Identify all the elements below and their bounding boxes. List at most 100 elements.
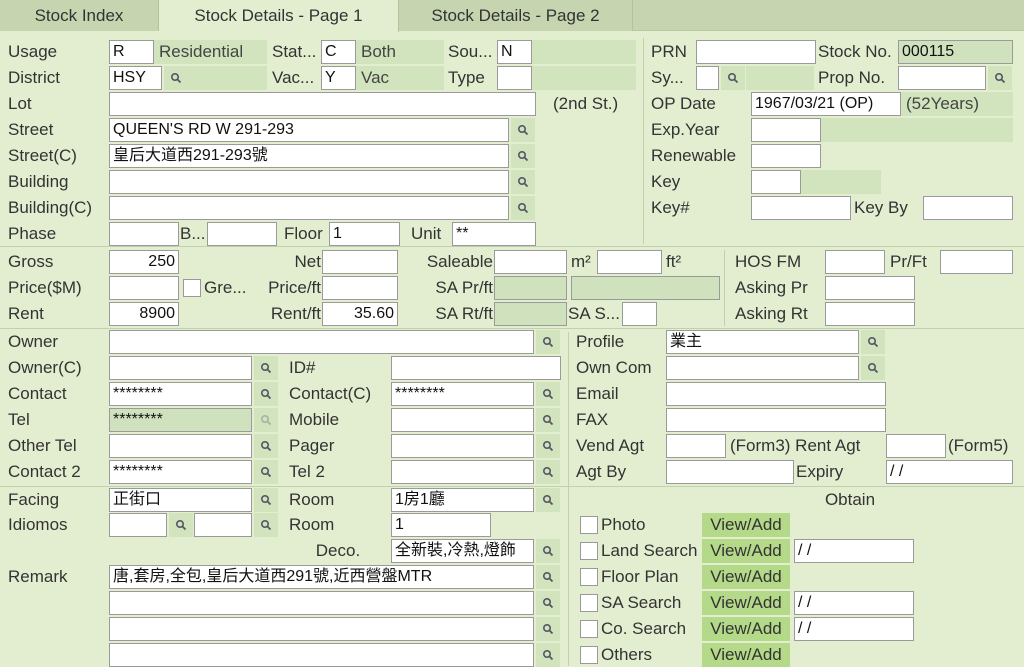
m2-input[interactable] bbox=[597, 250, 662, 274]
own-com-search-button[interactable] bbox=[861, 356, 885, 380]
sy-input[interactable] bbox=[696, 66, 719, 90]
sa-rtft-input[interactable] bbox=[494, 302, 567, 326]
remark-search-button-3[interactable] bbox=[536, 617, 560, 641]
idiomos-search-button-1[interactable] bbox=[169, 513, 193, 537]
prop-no-input[interactable] bbox=[898, 66, 986, 90]
floor-plan-view-add-button[interactable]: View/Add bbox=[702, 565, 790, 589]
contact2-search-button[interactable] bbox=[254, 460, 278, 484]
room2-input[interactable]: 1 bbox=[391, 513, 491, 537]
key-no-input[interactable] bbox=[751, 196, 851, 220]
renewable-input[interactable] bbox=[751, 144, 821, 168]
photo-checkbox[interactable] bbox=[580, 516, 598, 534]
asking-rt-input[interactable] bbox=[825, 302, 915, 326]
land-search-checkbox[interactable] bbox=[580, 542, 598, 560]
contact-c-search-button[interactable] bbox=[536, 382, 560, 406]
remark-search-button-2[interactable] bbox=[536, 591, 560, 615]
profile-input[interactable]: 業主 bbox=[666, 330, 859, 354]
status-input[interactable]: C bbox=[321, 40, 356, 64]
remark-input-2[interactable] bbox=[109, 591, 534, 615]
sa-prft-input[interactable] bbox=[494, 276, 567, 300]
op-date-input[interactable]: 1967/03/21 (OP) bbox=[751, 92, 901, 116]
land-search-date-input[interactable]: / / bbox=[794, 539, 914, 563]
remark-input-3[interactable] bbox=[109, 617, 534, 641]
block-input[interactable] bbox=[207, 222, 277, 246]
exp-year-input[interactable] bbox=[751, 118, 821, 142]
remark-search-button-1[interactable] bbox=[536, 565, 560, 589]
owner-c-search-button[interactable] bbox=[254, 356, 278, 380]
sa-search-date-input[interactable]: / / bbox=[794, 591, 914, 615]
key-input[interactable] bbox=[751, 170, 801, 194]
land-search-view-add-button[interactable]: View/Add bbox=[702, 539, 790, 563]
tel-input[interactable]: ******** bbox=[109, 408, 252, 432]
tel2-search-button[interactable] bbox=[536, 460, 560, 484]
district-input[interactable]: HSY bbox=[109, 66, 162, 90]
building-c-search-button[interactable] bbox=[511, 196, 535, 220]
facing-input[interactable]: 正街口 bbox=[109, 488, 252, 512]
saleable-input[interactable] bbox=[494, 250, 567, 274]
source-input[interactable]: N bbox=[497, 40, 532, 64]
deco-search-button[interactable] bbox=[536, 539, 560, 563]
owner-input[interactable] bbox=[109, 330, 534, 354]
prop-no-search-button[interactable] bbox=[988, 66, 1012, 90]
phase-input[interactable] bbox=[109, 222, 179, 246]
photo-view-add-button[interactable]: View/Add bbox=[702, 513, 790, 537]
building-input[interactable] bbox=[109, 170, 509, 194]
street-c-input[interactable]: 皇后大道西291-293號 bbox=[109, 144, 509, 168]
id-input[interactable] bbox=[391, 356, 561, 380]
co-search-view-add-button[interactable]: View/Add bbox=[702, 617, 790, 641]
prft-input[interactable] bbox=[940, 250, 1013, 274]
agt-by-input[interactable] bbox=[666, 460, 794, 484]
price-ft-input[interactable] bbox=[322, 276, 398, 300]
building-c-input[interactable] bbox=[109, 196, 509, 220]
contact-c-input[interactable]: ******** bbox=[391, 382, 534, 406]
tel2-input[interactable] bbox=[391, 460, 534, 484]
asking-pr-input[interactable] bbox=[825, 276, 915, 300]
sy-search-button[interactable] bbox=[721, 66, 745, 90]
stock-no-input[interactable]: 000115 bbox=[898, 40, 1013, 64]
sa-s-input[interactable] bbox=[622, 302, 657, 326]
others-checkbox[interactable] bbox=[580, 646, 598, 664]
contact-search-button[interactable] bbox=[254, 382, 278, 406]
sa-search-checkbox[interactable] bbox=[580, 594, 598, 612]
vend-agt-input[interactable] bbox=[666, 434, 726, 458]
key-by-input[interactable] bbox=[923, 196, 1013, 220]
mobile-input[interactable] bbox=[391, 408, 534, 432]
owner-c-input[interactable] bbox=[109, 356, 252, 380]
unit-input[interactable]: ** bbox=[452, 222, 536, 246]
remark-input-1[interactable]: 唐,套房,全包,皇后大道西291號,近西營盤MTR bbox=[109, 565, 534, 589]
remark-input-4[interactable] bbox=[109, 643, 534, 667]
building-search-button[interactable] bbox=[511, 170, 535, 194]
pager-search-button[interactable] bbox=[536, 434, 560, 458]
room-search-button[interactable] bbox=[536, 488, 560, 512]
facing-search-button[interactable] bbox=[254, 488, 278, 512]
tab-stock-details-page2[interactable]: Stock Details - Page 2 bbox=[399, 0, 633, 31]
net-input[interactable] bbox=[322, 250, 398, 274]
price-input[interactable] bbox=[109, 276, 179, 300]
street-input[interactable]: QUEEN'S RD W 291-293 bbox=[109, 118, 509, 142]
street-c-search-button[interactable] bbox=[511, 144, 535, 168]
floor-plan-checkbox[interactable] bbox=[580, 568, 598, 586]
mobile-search-button[interactable] bbox=[536, 408, 560, 432]
other-tel-search-button[interactable] bbox=[254, 434, 278, 458]
fax-input[interactable] bbox=[666, 408, 886, 432]
district-search-button[interactable] bbox=[164, 66, 188, 90]
owner-search-button[interactable] bbox=[536, 330, 560, 354]
tab-stock-details-page1[interactable]: Stock Details - Page 1 bbox=[159, 0, 399, 32]
rent-ft-input[interactable]: 35.60 bbox=[322, 302, 398, 326]
own-com-input[interactable] bbox=[666, 356, 859, 380]
prn-input[interactable] bbox=[696, 40, 816, 64]
remark-search-button-4[interactable] bbox=[536, 643, 560, 667]
others-view-add-button[interactable]: View/Add bbox=[702, 643, 790, 667]
other-tel-input[interactable] bbox=[109, 434, 252, 458]
street-search-button[interactable] bbox=[511, 118, 535, 142]
usage-input[interactable]: R bbox=[109, 40, 154, 64]
idiomos-search-button-2[interactable] bbox=[254, 513, 278, 537]
idiomos-input-2[interactable] bbox=[194, 513, 252, 537]
co-search-checkbox[interactable] bbox=[580, 620, 598, 638]
type-input[interactable] bbox=[497, 66, 532, 90]
sa-search-view-add-button[interactable]: View/Add bbox=[702, 591, 790, 615]
pager-input[interactable] bbox=[391, 434, 534, 458]
floor-input[interactable]: 1 bbox=[329, 222, 400, 246]
vacant-input[interactable]: Y bbox=[321, 66, 356, 90]
rent-input[interactable]: 8900 bbox=[109, 302, 179, 326]
